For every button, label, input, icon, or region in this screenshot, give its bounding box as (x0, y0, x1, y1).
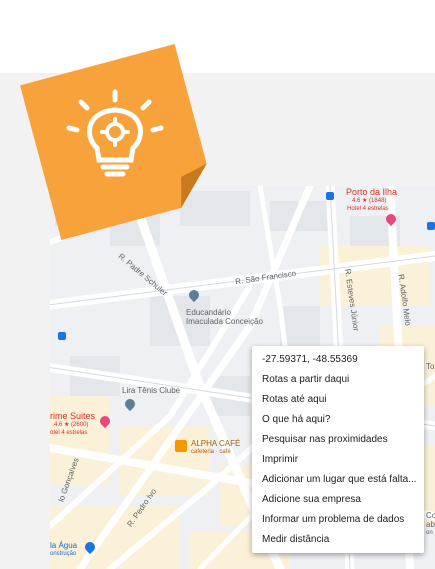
place-name-educandario-line2[interactable]: Imaculada Conceição (186, 318, 263, 326)
context-menu-add-business[interactable]: Adicione sua empresa (252, 490, 424, 510)
context-menu-coordinates[interactable]: -27.59371, -48.55369 (252, 350, 424, 370)
place-category-la-agua: onstrução (50, 551, 77, 557)
place-rating-porto-da-ilha: 4.6 ★ (1848) (352, 198, 387, 204)
context-menu-whats-here[interactable]: O que há aqui? (252, 410, 424, 430)
cafe-pin-icon[interactable] (175, 440, 187, 452)
place-name-alpha-cafe[interactable]: ALPHA CAFÉ (191, 440, 240, 448)
context-menu-directions-from[interactable]: Rotas a partir daqui (252, 370, 424, 390)
place-name-educandario-line1[interactable]: Educandário (186, 309, 231, 317)
transit-stop-icon[interactable] (326, 192, 334, 200)
place-name-la-agua[interactable]: la Água (50, 542, 77, 550)
edge-label-co: Co (426, 511, 435, 520)
transit-stop-icon[interactable] (427, 222, 435, 230)
edge-label-on: on (426, 530, 433, 536)
place-category-porto-da-ilha: Hotel 4 estrelas (347, 206, 389, 212)
context-menu-directions-to[interactable]: Rotas até aqui (252, 390, 424, 410)
context-menu-print[interactable]: Imprimir (252, 450, 424, 470)
edge-label-to: To (426, 362, 435, 371)
place-name-porto-da-ilha[interactable]: Porto da Ilha (346, 188, 397, 197)
context-menu-report-data-problem[interactable]: Informar um problema de dados (252, 510, 424, 530)
place-category-alpha-cafe: cafeteria · café (191, 449, 231, 455)
place-category-prime-suites: otel 4 estrelas (50, 430, 88, 436)
context-menu-search-nearby[interactable]: Pesquisar nas proximidades (252, 430, 424, 450)
context-menu-measure-distance[interactable]: Medir distância (252, 530, 424, 550)
context-menu-add-missing-place[interactable]: Adicionar um lugar que está falta... (252, 470, 424, 490)
sticky-note (20, 44, 207, 240)
edge-label-ab: ab (426, 520, 435, 529)
transit-stop-icon[interactable] (58, 332, 66, 340)
place-name-lira-tenis-clube[interactable]: Lira Tênis Clube (122, 387, 180, 395)
place-name-prime-suites[interactable]: rime Suites (50, 412, 95, 421)
place-rating-prime-suites: 4.6 ★ (2600) (54, 422, 89, 428)
map-context-menu: -27.59371, -48.55369 Rotas a partir daqu… (252, 346, 424, 553)
